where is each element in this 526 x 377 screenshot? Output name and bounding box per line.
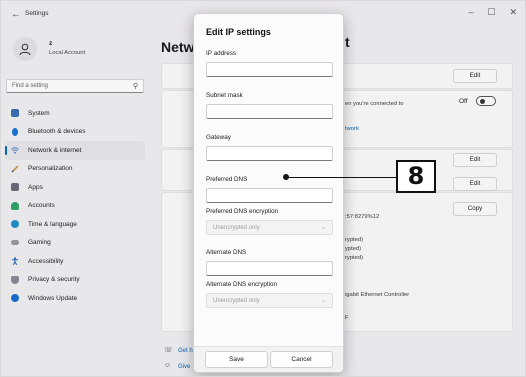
dialog-scrollbar[interactable] xyxy=(343,132,344,304)
chevron-down-icon: ⌄ xyxy=(320,298,326,304)
settings-window: ← Settings – ☐ ✕ z Local Account Find a … xyxy=(0,0,526,377)
alternate-dns-encryption-select[interactable]: Unencrypted only ⌄ xyxy=(206,293,333,308)
preferred-dns-encryption-label: Preferred DNS encryption xyxy=(206,208,279,215)
alternate-dns-label: Alternate DNS xyxy=(206,249,247,256)
preferred-dns-label: Preferred DNS xyxy=(206,176,248,183)
preferred-dns-encryption-value: Unencrypted only xyxy=(213,225,260,231)
edit-ip-settings-dialog: Edit IP settings IP address Subnet mask … xyxy=(193,13,344,373)
subnet-mask-input[interactable] xyxy=(206,104,333,119)
alternate-dns-input[interactable] xyxy=(206,261,333,276)
ip-address-input[interactable] xyxy=(206,62,333,77)
subnet-mask-label: Subnet mask xyxy=(206,92,243,99)
alternate-dns-encryption-value: Unencrypted only xyxy=(213,298,260,304)
chevron-down-icon: ⌄ xyxy=(320,225,326,231)
cancel-button[interactable]: Cancel xyxy=(270,351,333,368)
callout-line xyxy=(286,177,396,178)
callout-number: 8 xyxy=(396,160,436,193)
gateway-label: Gateway xyxy=(206,134,231,141)
save-button[interactable]: Save xyxy=(205,351,268,368)
gateway-input[interactable] xyxy=(206,146,333,161)
alternate-dns-encryption-label: Alternate DNS encryption xyxy=(206,281,278,288)
preferred-dns-encryption-select[interactable]: Unencrypted only ⌄ xyxy=(206,220,333,235)
ip-address-label: IP address xyxy=(206,50,236,57)
dialog-title: Edit IP settings xyxy=(206,27,271,37)
preferred-dns-input[interactable] xyxy=(206,188,333,203)
